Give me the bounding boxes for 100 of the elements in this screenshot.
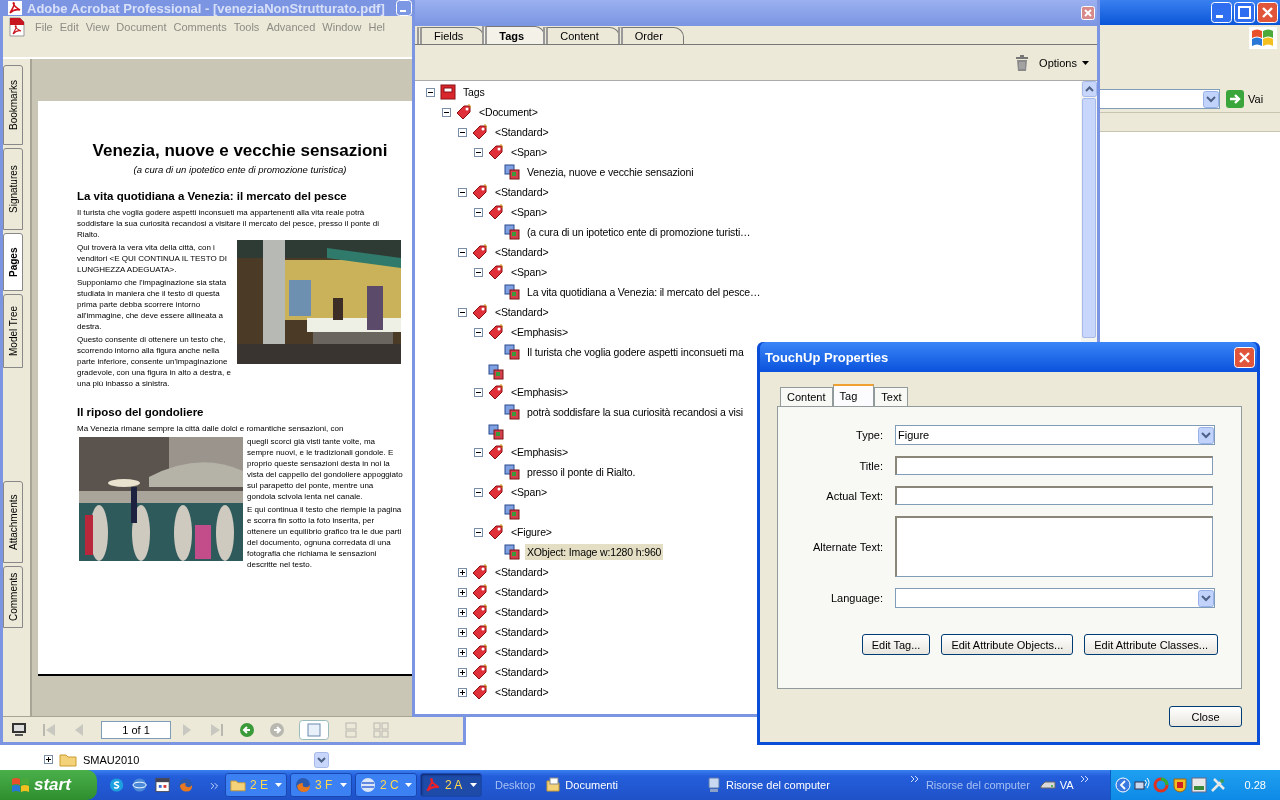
- shield-icon[interactable]: [1171, 777, 1188, 793]
- tree-item[interactable]: <Document>: [477, 104, 540, 120]
- side-tab[interactable]: Model Tree: [3, 294, 23, 368]
- show-hidden-icon[interactable]: [1114, 777, 1131, 793]
- back-icon[interactable]: [239, 721, 255, 738]
- dropdown-field[interactable]: [895, 588, 1215, 608]
- taskbar-button[interactable]: 2 A: [420, 773, 482, 797]
- tree-item[interactable]: <Standard>: [493, 664, 551, 680]
- collapse-icon[interactable]: [458, 127, 467, 137]
- chat-app-icon[interactable]: [109, 777, 125, 793]
- tree-item[interactable]: La vita quotidiana a Venezia: il mercato del pesce…: [525, 284, 763, 300]
- minimize-icon[interactable]: [1211, 2, 1232, 23]
- collapse-icon[interactable]: [474, 147, 483, 157]
- collapse-icon[interactable]: [474, 447, 483, 457]
- tree-item[interactable]: <Span>: [509, 484, 549, 500]
- collapse-icon[interactable]: [458, 187, 467, 197]
- expand-icon[interactable]: [458, 687, 467, 697]
- text-area[interactable]: [895, 516, 1213, 577]
- dialog-button[interactable]: Edit Attribute Objects...: [941, 634, 1074, 655]
- tree-item[interactable]: <Standard>: [493, 244, 551, 260]
- tree-item[interactable]: <Standard>: [493, 644, 551, 660]
- scrollbar-thumb[interactable]: [1082, 98, 1096, 338]
- collapse-icon[interactable]: [474, 267, 483, 277]
- expand-icon[interactable]: [458, 567, 467, 577]
- collapse-icon[interactable]: [458, 307, 467, 317]
- tree-item[interactable]: Il turista che voglia godere aspetti inconsueti ma: [525, 344, 746, 360]
- dialog-button[interactable]: Edit Tag...: [861, 634, 931, 655]
- expand-icon[interactable]: [458, 667, 467, 677]
- tree-item[interactable]: presso il ponte di Rialto.: [525, 464, 638, 480]
- toolbar-item[interactable]: Risorse del computer: [705, 777, 830, 793]
- tree-item[interactable]: <Standard>: [493, 564, 551, 580]
- tree-item[interactable]: <Standard>: [493, 124, 551, 140]
- dialog-tab[interactable]: Text: [874, 387, 909, 406]
- tree-item[interactable]: (a cura di un ipotetico ente di promozione turisti…: [525, 224, 753, 240]
- side-tab[interactable]: Attachments: [3, 481, 23, 563]
- maximize-icon[interactable]: [1234, 2, 1255, 23]
- address-field[interactable]: [1098, 89, 1220, 109]
- tree-item[interactable]: <Standard>: [493, 604, 551, 620]
- expand-icon[interactable]: [458, 607, 467, 617]
- globe-icon[interactable]: [132, 777, 148, 793]
- side-tab[interactable]: Bookmarks: [3, 65, 23, 145]
- collapse-icon[interactable]: [426, 87, 435, 97]
- dialog-tab[interactable]: Tag: [832, 384, 875, 406]
- side-tab[interactable]: Signatures: [3, 148, 23, 230]
- text-field[interactable]: [895, 486, 1213, 505]
- chevron-icon[interactable]: [209, 782, 219, 790]
- tree-item[interactable]: <Standard>: [493, 624, 551, 640]
- go-button[interactable]: Vai: [1226, 89, 1264, 109]
- tree-item[interactable]: potrà soddisfare la sua curiosità recandosi a visi: [525, 404, 746, 420]
- page-number-field[interactable]: 1 of 1: [101, 720, 171, 739]
- tree-item[interactable]: XObject: Image w:1280 h:960: [525, 544, 664, 560]
- tree-item[interactable]: <Span>: [509, 264, 549, 280]
- close-button[interactable]: Close: [1169, 706, 1242, 727]
- tree-item[interactable]: <Figure>: [509, 524, 554, 540]
- panel-tab[interactable]: Fields: [417, 27, 485, 44]
- side-tab[interactable]: Comments: [3, 566, 23, 628]
- panel-tab[interactable]: Content: [543, 27, 620, 44]
- toolbar-item[interactable]: VA: [1039, 777, 1074, 793]
- lan-icon[interactable]: [1190, 777, 1207, 793]
- tree-item[interactable]: <Emphasis>: [509, 324, 570, 340]
- scroll-down-icon[interactable]: [314, 752, 329, 768]
- tree-item[interactable]: Venezia, nuove e vecchie sensazioni: [525, 164, 696, 180]
- dropdown-field[interactable]: Figure: [895, 425, 1215, 445]
- monitor-icon[interactable]: [11, 721, 27, 738]
- tree-item[interactable]: <Span>: [509, 204, 549, 220]
- tree-item[interactable]: SMAU2010: [83, 753, 140, 766]
- network-icon[interactable]: [1133, 777, 1150, 793]
- trash-icon[interactable]: [1015, 54, 1030, 71]
- text-field[interactable]: [895, 456, 1213, 475]
- tree-item[interactable]: <Standard>: [493, 304, 551, 320]
- expand-icon[interactable]: [458, 587, 467, 597]
- collapse-icon[interactable]: [474, 527, 483, 537]
- expand-icon[interactable]: [44, 755, 53, 764]
- collapse-icon[interactable]: [474, 327, 483, 337]
- collapse-icon[interactable]: [474, 207, 483, 217]
- tree-item[interactable]: <Emphasis>: [509, 444, 570, 460]
- panel-tab[interactable]: Tags: [482, 26, 546, 44]
- chevron-icon[interactable]: [909, 775, 920, 783]
- chevron-icon[interactable]: [1079, 775, 1090, 783]
- collapse-icon[interactable]: [442, 107, 451, 117]
- expand-icon[interactable]: [458, 627, 467, 637]
- close-icon[interactable]: [1081, 6, 1095, 20]
- collapse-icon[interactable]: [474, 387, 483, 397]
- collapse-icon[interactable]: [474, 487, 483, 497]
- expand-icon[interactable]: [458, 647, 467, 657]
- side-tab[interactable]: Pages: [3, 233, 23, 291]
- toolbar-item[interactable]: Documenti: [545, 777, 618, 793]
- options-menu-button[interactable]: Options: [1039, 56, 1089, 69]
- dialog-button[interactable]: Edit Attribute Classes...: [1084, 634, 1218, 655]
- tree-item[interactable]: Tags: [461, 84, 487, 100]
- tree-item[interactable]: <Standard>: [493, 684, 551, 700]
- tools-icon[interactable]: [1209, 777, 1226, 793]
- close-icon[interactable]: [1234, 346, 1255, 368]
- tree-item[interactable]: <Emphasis>: [509, 384, 570, 400]
- collapse-icon[interactable]: [458, 247, 467, 257]
- tree-item[interactable]: <Standard>: [493, 184, 551, 200]
- panel-tab[interactable]: Order: [617, 27, 684, 44]
- tree-item[interactable]: <Standard>: [493, 584, 551, 600]
- minimize-icon[interactable]: [396, 0, 412, 16]
- scroll-up-icon[interactable]: [1081, 81, 1097, 97]
